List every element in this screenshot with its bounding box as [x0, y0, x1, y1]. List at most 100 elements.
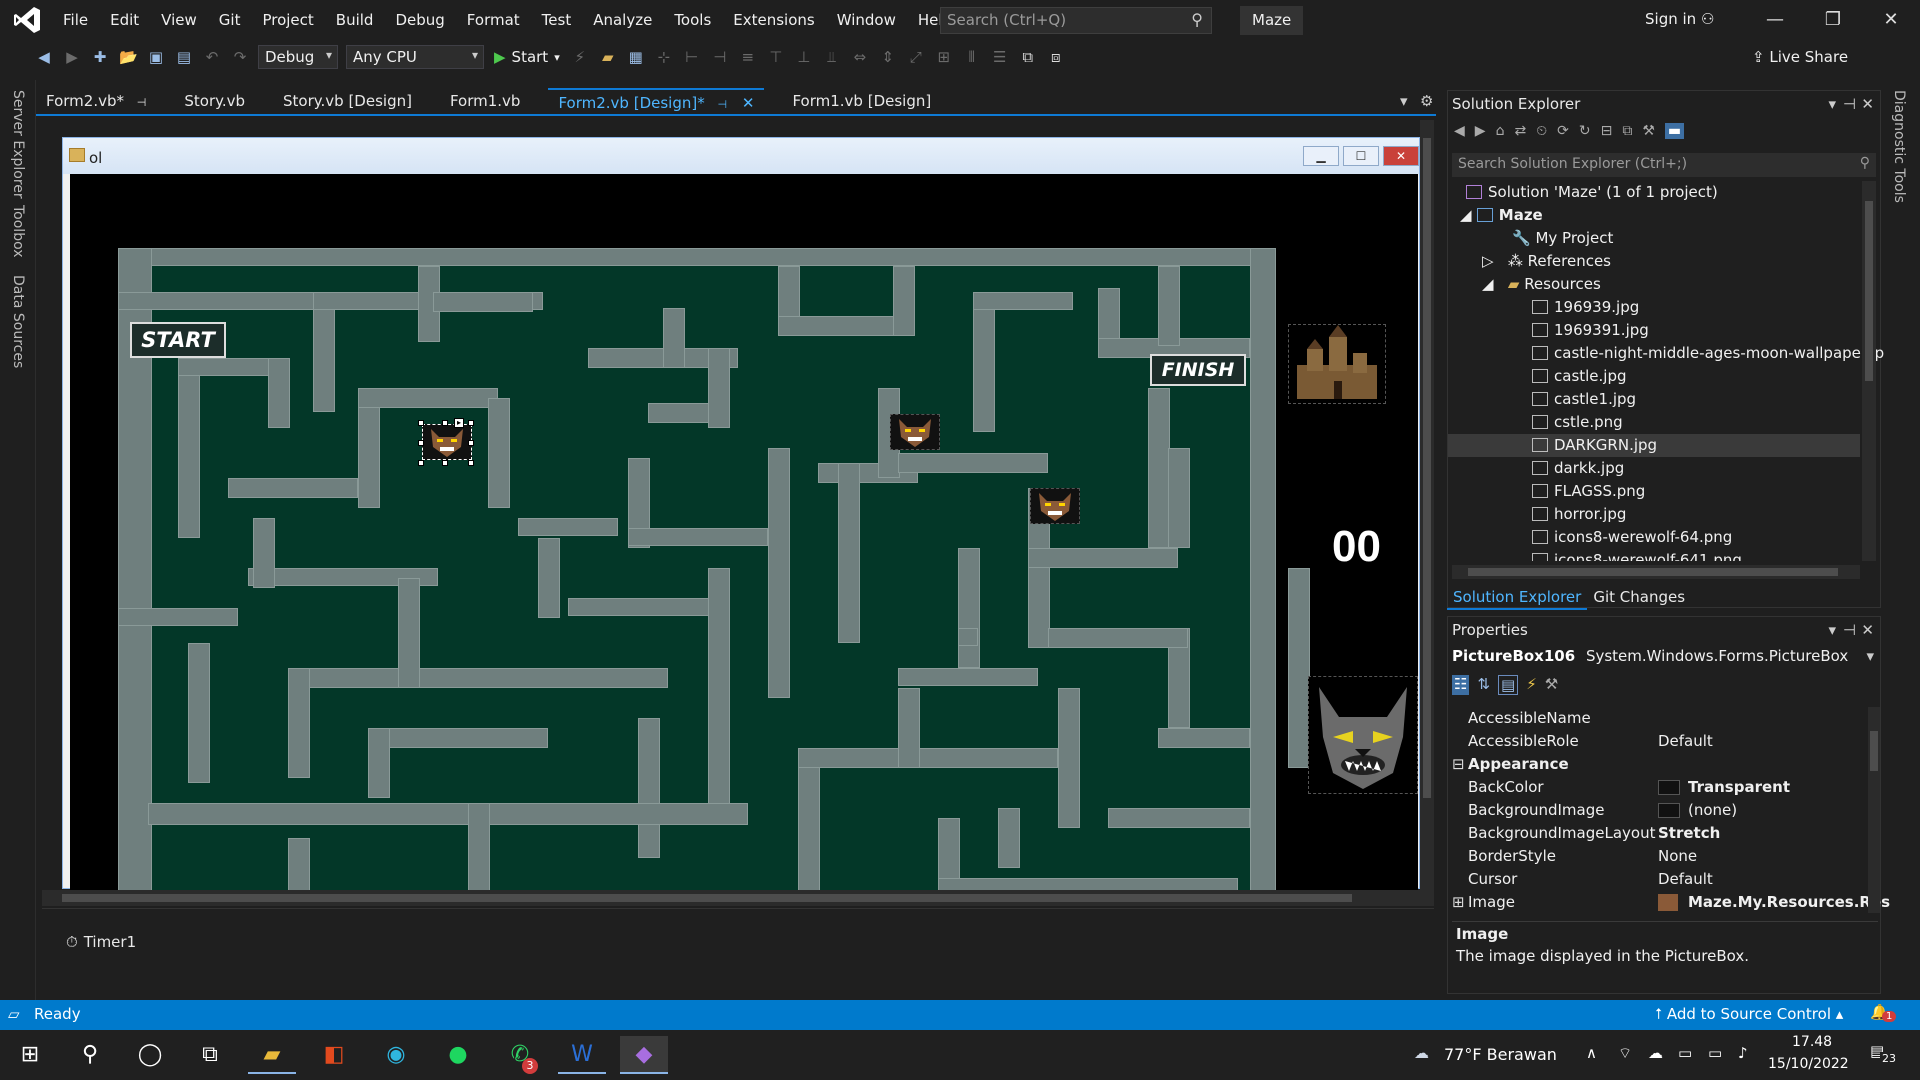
align-center-icon[interactable]: ⊣	[711, 48, 729, 66]
events-icon[interactable]: ⚡	[1526, 675, 1537, 695]
forward-icon[interactable]: ▶	[1475, 123, 1486, 139]
property-value[interactable]: (none)	[1688, 799, 1737, 822]
tab-form2-design[interactable]: Form2.vb [Design]* ⊣ ✕	[548, 88, 765, 116]
maze-wall[interactable]	[898, 453, 1048, 473]
maze-wall[interactable]	[288, 838, 310, 890]
folder-icon[interactable]: ▰	[599, 48, 617, 66]
same-width-icon[interactable]: ⇔	[851, 48, 869, 66]
battery-icon[interactable]: ▭	[1708, 1044, 1722, 1062]
tab-story-vb[interactable]: Story.vb	[174, 88, 255, 116]
maze-wall[interactable]	[368, 728, 390, 798]
selection-handle[interactable]	[418, 460, 424, 466]
sync-icon[interactable]: ⟳	[1557, 123, 1569, 139]
resource-file-item[interactable]: castle-night-middle-ages-moon-wallpaper.…	[1532, 342, 1884, 365]
solution-node[interactable]: Solution 'Maze' (1 of 1 project)	[1466, 181, 1718, 204]
save-icon[interactable]: ▣	[147, 48, 165, 66]
undo-icon[interactable]: ↶	[203, 48, 221, 66]
my-project-node[interactable]: 🔧 My Project	[1512, 227, 1613, 250]
maze-wall[interactable]	[253, 518, 275, 588]
menu-format[interactable]: Format	[456, 0, 531, 40]
property-row[interactable]: AccessibleRole Default	[1448, 730, 1868, 753]
expand-icon[interactable]: ⊞	[1452, 891, 1465, 914]
new-project-icon[interactable]: ✚	[91, 48, 109, 66]
tab-solution-explorer[interactable]: Solution Explorer	[1447, 586, 1588, 610]
resource-file-item[interactable]: 1969391.jpg	[1532, 319, 1649, 342]
maze-wall[interactable]	[488, 398, 510, 508]
windows-start-icon[interactable]: ⊞	[6, 1036, 54, 1074]
switch-views-icon[interactable]: ⇄	[1514, 123, 1526, 139]
menu-debug[interactable]: Debug	[384, 0, 455, 40]
property-value[interactable]: Default	[1658, 730, 1713, 753]
meet-icon[interactable]: ▭	[1678, 1044, 1692, 1062]
project-node[interactable]: ◢ Maze	[1460, 204, 1543, 227]
close-button[interactable]: ✕	[1868, 6, 1914, 34]
align-bottom-icon[interactable]: ⫫	[823, 48, 841, 66]
maze-wall[interactable]	[178, 358, 200, 538]
menu-git[interactable]: Git	[208, 0, 252, 40]
close-panel-icon[interactable]: ✕	[1861, 95, 1874, 113]
maze-wall[interactable]	[768, 448, 790, 698]
property-row[interactable]: BackColor Transparent	[1448, 776, 1868, 799]
open-icon[interactable]: 📂	[119, 48, 138, 66]
bring-front-icon[interactable]: ⧉	[1019, 48, 1037, 66]
selection-handle[interactable]	[418, 440, 424, 446]
property-value[interactable]: Transparent	[1688, 776, 1790, 799]
form-close-button[interactable]: ✕	[1383, 146, 1419, 166]
menu-window[interactable]: Window	[826, 0, 907, 40]
same-size-icon[interactable]: ⤢	[907, 48, 925, 66]
menu-edit[interactable]: Edit	[99, 0, 150, 40]
data-sources-tab[interactable]: Data Sources	[10, 275, 26, 368]
maze-wall[interactable]	[433, 292, 533, 312]
search-input[interactable]: Search (Ctrl+Q) ⚲	[940, 7, 1212, 34]
tab-git-changes[interactable]: Git Changes	[1587, 586, 1691, 610]
maze-wall[interactable]	[1158, 728, 1250, 748]
resource-file-item-selected[interactable]: DARKGRN.jpg	[1532, 434, 1657, 457]
maze-wall[interactable]	[893, 266, 915, 336]
tab-form1-vb[interactable]: Form1.vb	[440, 88, 531, 116]
task-view-icon[interactable]: ⧉	[186, 1036, 234, 1074]
resource-file-item[interactable]: castle1.jpg	[1532, 388, 1636, 411]
send-back-icon[interactable]: ⧈	[1047, 48, 1065, 66]
collapse-icon[interactable]: ◢	[1482, 275, 1494, 293]
scroll-thumb[interactable]	[1870, 731, 1878, 771]
panel-menu-icon[interactable]: ▾	[1828, 95, 1836, 113]
volume-icon[interactable]: ♪	[1738, 1044, 1748, 1062]
expand-icon[interactable]: ▷	[1482, 252, 1494, 270]
tab-form2-vb[interactable]: Form2.vb* ⊣	[36, 88, 156, 116]
maze-wall[interactable]	[1058, 688, 1080, 828]
sign-in-link[interactable]: Sign in ⚇	[1645, 10, 1714, 28]
align-middle-icon[interactable]: ⊥	[795, 48, 813, 66]
add-to-source-control-button[interactable]: ⭡ Add to Source Control ▴	[1655, 1005, 1843, 1023]
menu-analyze[interactable]: Analyze	[582, 0, 663, 40]
resource-file-item[interactable]: 196939.jpg	[1532, 296, 1639, 319]
property-row[interactable]: Cursor Default	[1448, 868, 1868, 891]
maze-wall[interactable]	[518, 518, 618, 536]
selection-handle[interactable]	[442, 420, 448, 426]
maze-wall[interactable]	[1168, 448, 1190, 548]
visual-studio-icon[interactable]: ◆	[620, 1036, 668, 1074]
scroll-thumb[interactable]	[1423, 138, 1431, 798]
config-select[interactable]: Debug	[258, 45, 338, 69]
property-value[interactable]: None	[1658, 845, 1697, 868]
maze-wall[interactable]	[958, 548, 980, 668]
browser-icon[interactable]: ▦	[627, 48, 645, 66]
castle-picture[interactable]	[1288, 324, 1386, 404]
back-icon[interactable]: ◀	[1454, 123, 1465, 139]
selection-handle[interactable]	[468, 460, 474, 466]
scroll-thumb[interactable]	[1865, 201, 1873, 381]
scroll-thumb[interactable]	[62, 894, 1352, 902]
maze-wall[interactable]	[708, 568, 730, 808]
home-icon[interactable]: ⌂	[1496, 123, 1505, 139]
resource-file-item[interactable]: darkk.jpg	[1532, 457, 1624, 480]
cortana-icon[interactable]: ◯	[126, 1036, 174, 1074]
resource-file-item[interactable]: icons8-werewolf-641.png	[1532, 549, 1742, 561]
pending-changes-icon[interactable]: ⏲	[1536, 123, 1547, 139]
properties-icon[interactable]: ▤	[1498, 675, 1519, 695]
maze-wall[interactable]	[368, 728, 548, 748]
maze-wall[interactable]	[398, 578, 420, 688]
finish-label[interactable]: FINISH	[1150, 354, 1246, 386]
resources-node[interactable]: ◢ ▰ Resources	[1482, 273, 1601, 296]
form-window[interactable]: ol ▁ ☐ ✕ START FINISH 00 ▸	[62, 137, 1420, 890]
pin-icon[interactable]: ⊣	[1843, 621, 1856, 639]
property-row[interactable]: BorderStyle None	[1448, 845, 1868, 868]
